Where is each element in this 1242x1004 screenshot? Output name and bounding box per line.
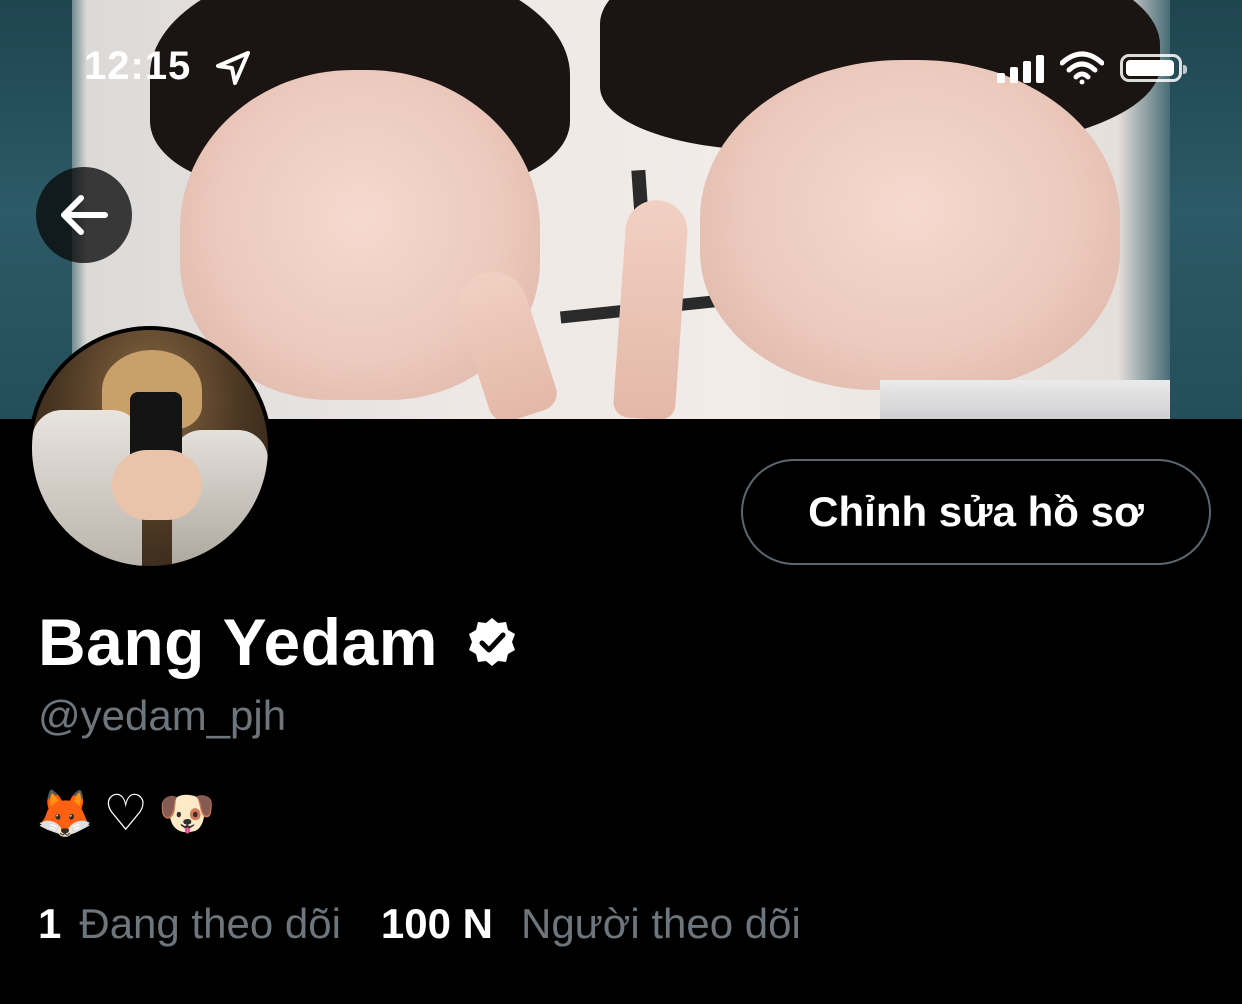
following-count[interactable]: 1 — [38, 900, 61, 948]
location-arrow-icon — [216, 51, 250, 85]
back-button[interactable] — [36, 167, 132, 263]
cellular-signal-icon — [997, 53, 1044, 83]
dog-emoji-icon: 🐶 — [158, 786, 216, 839]
heart-icon: ♡ — [103, 785, 149, 841]
profile-name-row: Bang Yedam — [38, 604, 518, 680]
followers-label[interactable]: Người theo dõi — [521, 900, 801, 948]
profile-stats: 1 Đang theo dõi 100 N Người theo dõi — [38, 900, 801, 948]
fox-emoji-icon: 🦊 — [36, 786, 94, 839]
verified-badge-icon — [468, 618, 515, 666]
avatar[interactable] — [28, 326, 272, 570]
battery-icon — [1120, 54, 1187, 82]
display-name: Bang Yedam — [38, 605, 438, 679]
banner-hand — [612, 198, 690, 419]
following-label[interactable]: Đang theo dõi — [79, 900, 341, 948]
status-bar-time: 12:15 — [84, 44, 192, 88]
banner-shirt — [880, 380, 1170, 419]
avatar-image — [32, 330, 268, 566]
arrow-left-icon — [61, 195, 108, 235]
status-bar-indicators — [997, 48, 1187, 88]
profile-handle: @yedam_pjh — [38, 692, 287, 739]
edit-profile-button[interactable]: Chỉnh sửa hồ sơ — [741, 459, 1211, 565]
banner-face-right — [700, 60, 1120, 390]
followers-count[interactable]: 100 N — [381, 900, 493, 948]
wifi-icon — [1060, 51, 1104, 85]
profile-bio: 🦊 ♡ 🐶 — [36, 784, 215, 842]
